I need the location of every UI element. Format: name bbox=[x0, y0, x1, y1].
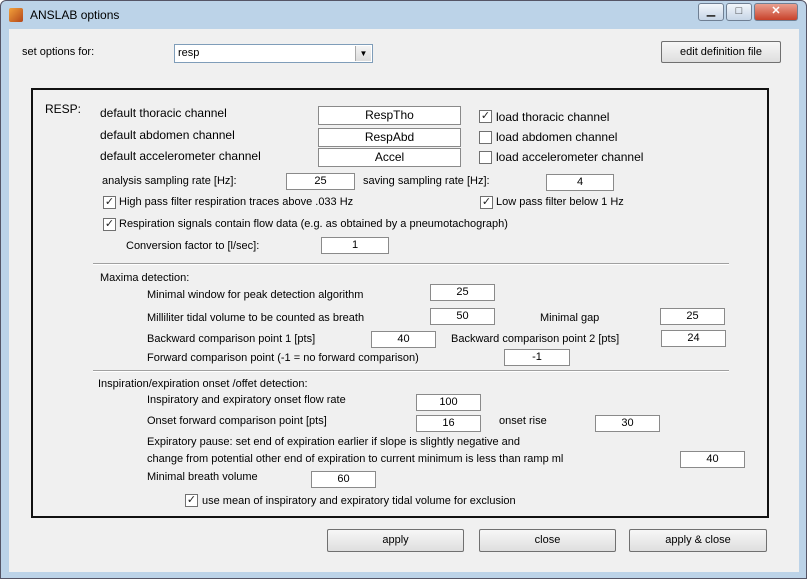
onset-forward-label: Onset forward comparison point [pts] bbox=[147, 415, 327, 427]
load-thoracic-label: load thoracic channel bbox=[496, 110, 610, 124]
maxima-heading: Maxima detection: bbox=[100, 272, 190, 284]
apply-close-button[interactable]: apply & close bbox=[629, 529, 767, 552]
backward2-label: Backward comparison point 2 [pts] bbox=[451, 333, 620, 345]
dialog-content: set options for: resp ▼ edit definition … bbox=[9, 29, 799, 572]
use-mean-label: use mean of inspiratory and expiratory t… bbox=[202, 495, 516, 507]
tidal-volume-label: Milliliter tidal volume to be counted as… bbox=[147, 312, 365, 324]
options-select[interactable]: resp ▼ bbox=[174, 44, 373, 63]
load-accel-label: load accelerometer channel bbox=[496, 150, 644, 164]
divider bbox=[93, 263, 729, 265]
window-title: ANSLAB options bbox=[30, 8, 120, 22]
minimize-button[interactable]: ▁ bbox=[698, 3, 724, 21]
load-thoracic-checkbox[interactable]: ✓ bbox=[479, 110, 492, 123]
load-accel-checkbox[interactable] bbox=[479, 151, 492, 164]
use-mean-checkbox[interactable]: ✓ bbox=[185, 494, 198, 507]
load-abdomen-label: load abdomen channel bbox=[496, 130, 618, 144]
flow-rate-label: Inspiratory and expiratory onset flow ra… bbox=[147, 394, 346, 406]
high-pass-checkbox[interactable]: ✓ bbox=[103, 196, 116, 209]
min-window-label: Minimal window for peak detection algori… bbox=[147, 289, 364, 301]
onset-rise-label: onset rise bbox=[499, 415, 547, 427]
resp-panel: RESP: default thoracic channel RespTho ✓… bbox=[33, 90, 767, 516]
forward-label: Forward comparison point (-1 = no forwar… bbox=[147, 352, 419, 364]
thoracic-channel-input[interactable]: RespTho bbox=[318, 106, 461, 125]
accel-label: default accelerometer channel bbox=[100, 149, 261, 163]
min-gap-input[interactable]: 25 bbox=[660, 308, 725, 325]
load-abdomen-checkbox[interactable] bbox=[479, 131, 492, 144]
accel-channel-input[interactable]: Accel bbox=[318, 148, 461, 167]
pause-input[interactable]: 40 bbox=[680, 451, 745, 468]
thoracic-label: default thoracic channel bbox=[100, 106, 227, 120]
pause-label-line2: change from potential other end of expir… bbox=[147, 453, 564, 465]
conversion-label: Conversion factor to [l/sec]: bbox=[126, 240, 260, 252]
divider bbox=[93, 370, 729, 372]
saving-rate-label: saving sampling rate [Hz]: bbox=[363, 175, 490, 187]
matlab-logo-icon bbox=[9, 8, 23, 22]
title-bar[interactable]: ANSLAB options ▁ □ ✕ bbox=[1, 1, 806, 29]
conversion-input[interactable]: 1 bbox=[321, 237, 389, 254]
options-select-value: resp bbox=[178, 47, 200, 59]
backward1-input[interactable]: 40 bbox=[371, 331, 436, 348]
onset-rise-input[interactable]: 30 bbox=[595, 415, 660, 432]
chevron-down-icon[interactable]: ▼ bbox=[355, 46, 371, 61]
high-pass-label: High pass filter respiration traces abov… bbox=[119, 196, 354, 208]
backward2-input[interactable]: 24 bbox=[661, 330, 726, 347]
min-breath-label: Minimal breath volume bbox=[147, 471, 258, 483]
forward-input[interactable]: -1 bbox=[504, 349, 570, 366]
min-gap-label: Minimal gap bbox=[540, 312, 600, 324]
flow-data-checkbox[interactable]: ✓ bbox=[103, 218, 116, 231]
low-pass-checkbox[interactable]: ✓ bbox=[480, 196, 493, 209]
analysis-rate-input[interactable]: 25 bbox=[286, 173, 355, 190]
maximize-button[interactable]: □ bbox=[726, 3, 752, 21]
analysis-rate-label: analysis sampling rate [Hz]: bbox=[102, 175, 237, 187]
onset-heading: Inspiration/expiration onset /offet dete… bbox=[98, 378, 308, 390]
set-options-label: set options for: bbox=[22, 46, 95, 58]
backward1-label: Backward comparison point 1 [pts] bbox=[147, 333, 316, 345]
flow-rate-input[interactable]: 100 bbox=[416, 394, 481, 411]
resp-section-label: RESP: bbox=[45, 102, 82, 116]
min-breath-input[interactable]: 60 bbox=[311, 471, 376, 488]
edit-definition-file-button[interactable]: edit definition file bbox=[661, 41, 781, 63]
onset-forward-input[interactable]: 16 bbox=[416, 415, 481, 432]
close-button[interactable]: close bbox=[479, 529, 616, 552]
apply-button[interactable]: apply bbox=[327, 529, 464, 552]
saving-rate-input[interactable]: 4 bbox=[546, 174, 614, 191]
pause-label-line1: Expiratory pause: set end of expiration … bbox=[147, 436, 520, 448]
abdomen-channel-input[interactable]: RespAbd bbox=[318, 128, 461, 147]
low-pass-label: Low pass filter below 1 Hz bbox=[496, 196, 624, 208]
abdomen-label: default abdomen channel bbox=[100, 128, 235, 142]
tidal-volume-input[interactable]: 50 bbox=[430, 308, 495, 325]
flow-data-label: Respiration signals contain flow data (e… bbox=[119, 218, 508, 230]
min-window-input[interactable]: 25 bbox=[430, 284, 495, 301]
options-window: ANSLAB options ▁ □ ✕ set options for: re… bbox=[0, 0, 807, 579]
close-window-button[interactable]: ✕ bbox=[754, 3, 798, 21]
